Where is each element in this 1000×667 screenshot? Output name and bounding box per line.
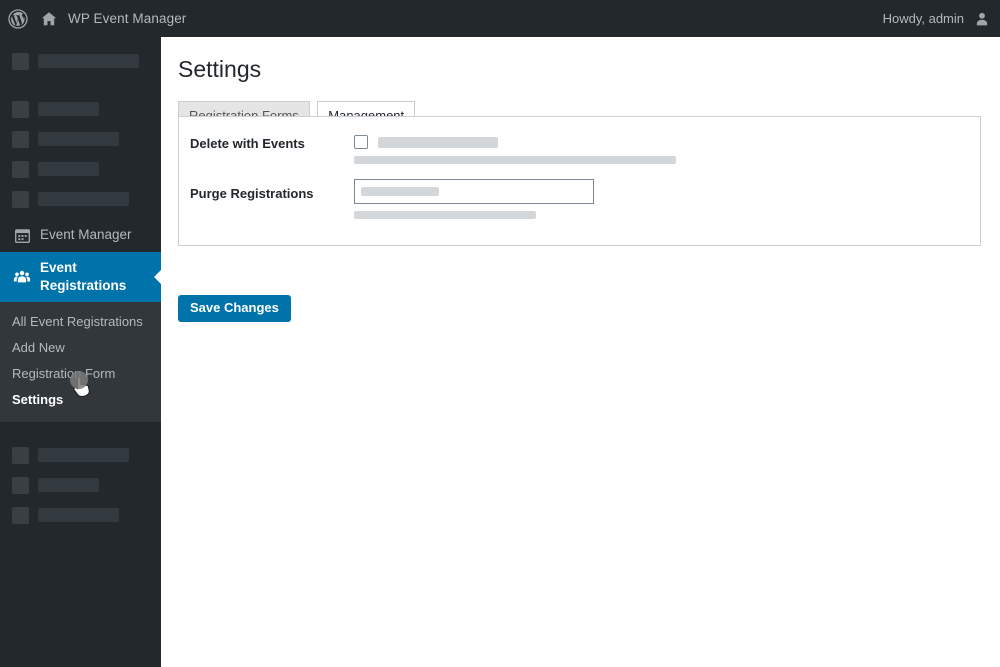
form-row-delete-with-events: Delete with Events [179, 117, 980, 164]
submenu-event-registrations: All Event Registrations Add New Registra… [0, 302, 161, 422]
field-control-purge-registrations [354, 164, 980, 219]
redacted-label [38, 54, 139, 68]
howdy-greeting[interactable]: Howdy, admin [883, 11, 974, 26]
redacted-menu-item[interactable] [0, 154, 161, 184]
redacted-menu-item[interactable] [0, 440, 161, 470]
site-name[interactable]: WP Event Manager [66, 0, 194, 37]
redacted-icon [12, 446, 29, 464]
sidebar-item-event-manager[interactable]: Event Manager [0, 218, 161, 252]
field-description-redacted [354, 156, 676, 164]
redacted-menu-item[interactable] [0, 124, 161, 154]
redacted-label [38, 192, 129, 206]
form-row-purge-registrations: Purge Registrations [179, 164, 980, 239]
redacted-label [38, 132, 119, 146]
sidebar-item-label: Event Registrations [40, 260, 127, 293]
group-users-icon [12, 267, 32, 287]
submenu-item-label: Registration Form [12, 366, 116, 381]
redacted-icon [12, 476, 29, 494]
save-changes-button[interactable]: Save Changes [178, 295, 291, 322]
sidebar-item-add-new[interactable]: Add New [0, 335, 161, 361]
redacted-label [38, 102, 99, 116]
redacted-menu-item[interactable] [0, 184, 161, 214]
main-content: Settings Registration Forms Management D… [161, 37, 1000, 667]
sidebar-item-all-event-registrations[interactable]: All Event Registrations [0, 309, 161, 335]
calendar-icon [12, 225, 32, 245]
page-title: Settings [178, 56, 262, 82]
delete-with-events-checkbox[interactable] [354, 135, 368, 149]
redacted-label [38, 478, 99, 492]
input-placeholder-redacted [361, 187, 439, 196]
redacted-icon [12, 190, 29, 208]
redacted-menu-item[interactable] [0, 470, 161, 500]
admin-sidebar-menu: Event Manager Event Registrations All Ev… [0, 37, 161, 667]
current-menu-arrow [154, 269, 161, 285]
field-description-redacted [354, 211, 536, 219]
submenu-item-label: All Event Registrations [12, 314, 143, 329]
home-icon[interactable] [34, 0, 66, 37]
admin-bar: WP Event Manager Howdy, admin [0, 0, 1000, 37]
field-label-purge-registrations: Purge Registrations [190, 186, 314, 201]
redacted-menu-item[interactable] [0, 46, 161, 76]
field-label-delete-with-events: Delete with Events [190, 136, 305, 151]
redacted-icon [12, 130, 29, 148]
redacted-label [38, 448, 129, 462]
sidebar-item-label: Event Manager [40, 227, 132, 242]
redacted-icon [12, 100, 29, 118]
sidebar-item-event-registrations[interactable]: Event Registrations [0, 252, 161, 302]
checkbox-label-redacted [378, 136, 498, 148]
redacted-label [38, 162, 99, 176]
sidebar-item-registration-form[interactable]: Registration Form [0, 361, 161, 387]
redacted-icon [12, 52, 29, 70]
redacted-icon [12, 160, 29, 178]
redacted-icon [12, 506, 29, 524]
sidebar-item-settings[interactable]: Settings [0, 387, 161, 413]
submenu-item-label: Settings [12, 392, 64, 407]
submenu-item-label: Add New [12, 340, 65, 355]
redacted-label [38, 508, 119, 522]
user-avatar-icon[interactable] [974, 11, 990, 27]
settings-panel: Delete with Events Purge Registrations [178, 116, 981, 246]
admin-bar-right: Howdy, admin [883, 11, 1000, 27]
purge-registrations-input[interactable] [354, 179, 594, 204]
redacted-menu-item[interactable] [0, 500, 161, 530]
redacted-menu-item[interactable] [0, 94, 161, 124]
field-control-delete-with-events [354, 117, 980, 164]
wordpress-logo-icon[interactable] [0, 0, 34, 37]
